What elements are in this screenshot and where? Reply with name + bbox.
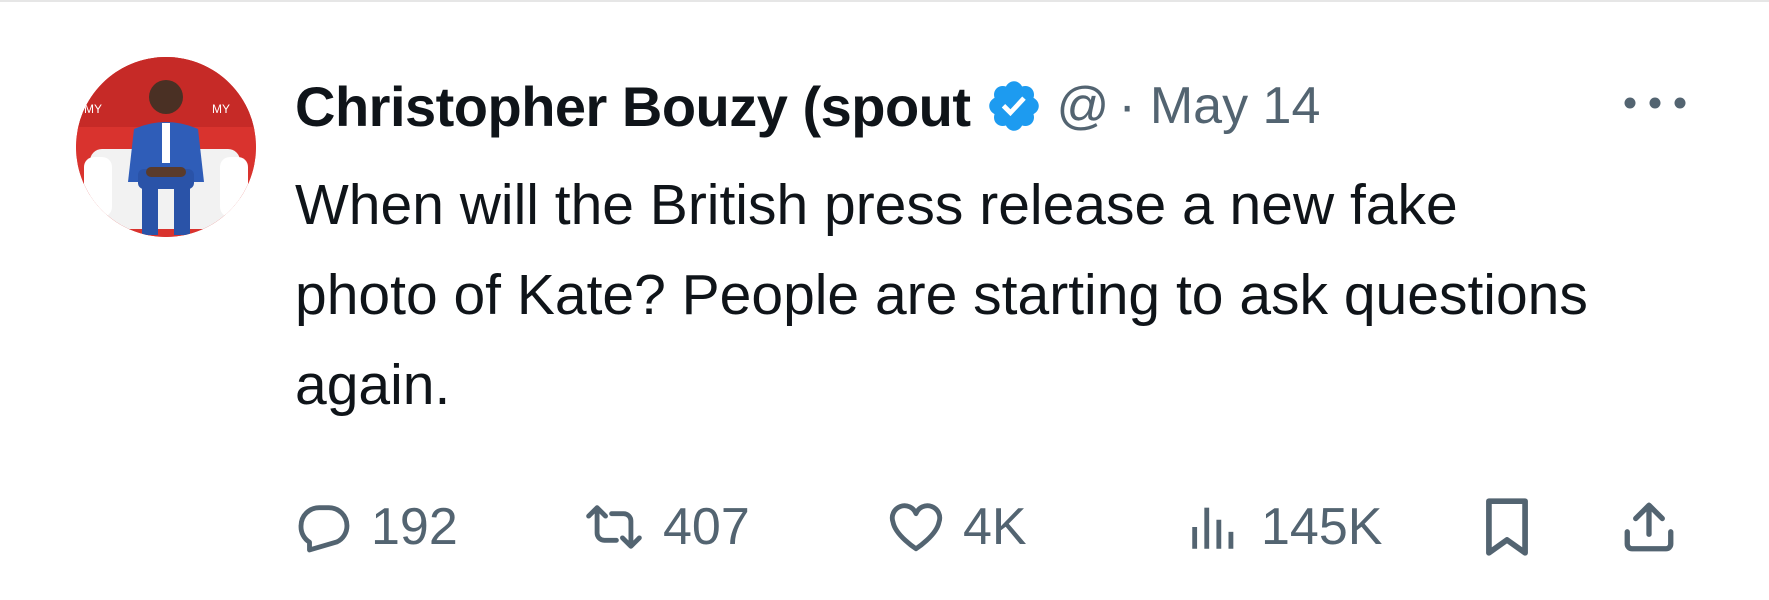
- author-handle[interactable]: @c: [1057, 76, 1111, 136]
- svg-text:MY: MY: [212, 102, 230, 116]
- avatar[interactable]: MY MY: [76, 57, 256, 237]
- retweet-count: 407: [663, 498, 750, 556]
- svg-text:MY: MY: [84, 102, 102, 116]
- more-horizontal-icon[interactable]: [1620, 88, 1690, 118]
- views-count: 145K: [1261, 498, 1383, 556]
- bookmark-icon: [1486, 498, 1528, 556]
- views-chart-icon: [1192, 507, 1234, 549]
- bookmark-button[interactable]: [1480, 492, 1534, 562]
- author-name[interactable]: Christopher Bouzy (spout: [295, 74, 971, 139]
- like-count: 4K: [963, 498, 1027, 556]
- separator-dot: ·: [1118, 77, 1136, 135]
- reply-button[interactable]: 192: [295, 492, 458, 562]
- views-button[interactable]: 145K: [1185, 492, 1382, 562]
- share-icon: [1624, 502, 1674, 552]
- verified-badge-icon: [988, 81, 1039, 131]
- heart-icon: [889, 503, 943, 552]
- tweet-date[interactable]: May 14: [1150, 76, 1321, 136]
- avatar-photo-icon: MY MY: [76, 57, 256, 237]
- tweet-text: When will the British press release a ne…: [295, 173, 1588, 417]
- reply-icon: [298, 505, 350, 553]
- like-button[interactable]: 4K: [887, 492, 1027, 562]
- tweet-header: Christopher Bouzy (spout @c · May 14: [295, 66, 1725, 146]
- retweet-button[interactable]: 407: [583, 492, 750, 562]
- share-button[interactable]: [1620, 492, 1678, 562]
- top-divider: [0, 0, 1769, 2]
- reply-count: 192: [371, 498, 458, 556]
- action-bar: 192 407 4K 145K: [295, 492, 1695, 562]
- retweet-icon: [586, 505, 642, 549]
